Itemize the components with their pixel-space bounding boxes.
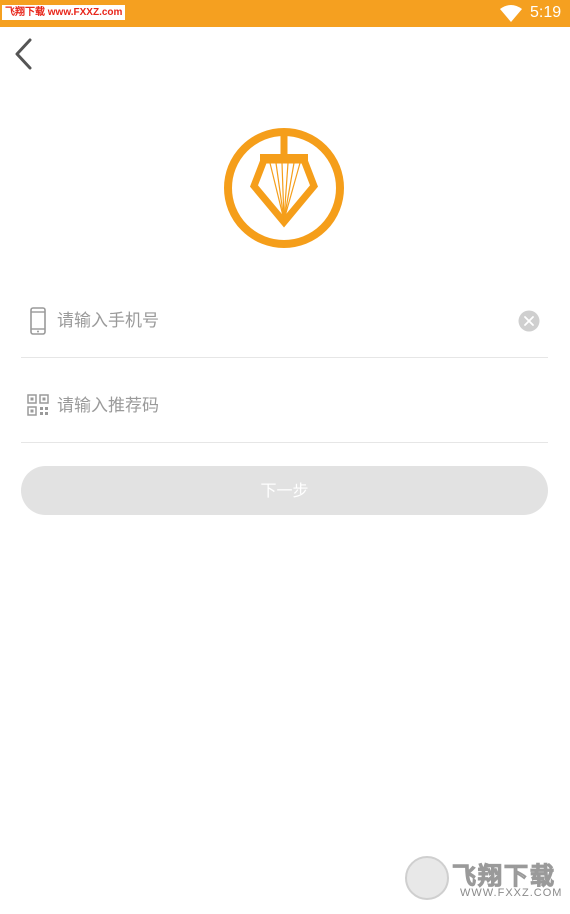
watermark-text: 飞翔下载	[452, 862, 556, 891]
referral-code-input[interactable]	[57, 388, 497, 424]
wifi-icon	[500, 5, 522, 22]
diamond-logo-icon	[224, 128, 344, 248]
next-button[interactable]: 下一步	[21, 466, 548, 515]
phone-field-row	[21, 273, 548, 358]
referral-field-row	[21, 358, 548, 443]
phone-input[interactable]	[57, 303, 497, 339]
watermark-logo: 飞翔下载 WWW.FXXZ.COM	[402, 854, 562, 904]
watermark-label: 飞翔下载 www.FXXZ.com	[2, 5, 126, 20]
chevron-left-icon	[15, 38, 32, 70]
back-button[interactable]	[10, 36, 40, 72]
clear-icon[interactable]	[518, 310, 540, 332]
phone-icon	[30, 307, 46, 335]
watermark-url: WWW.FXXZ.COM	[460, 887, 563, 899]
status-bar: 飞翔下载 www.FXXZ.com 5:19	[0, 0, 570, 27]
watermark-badge-icon	[405, 856, 449, 900]
qr-code-icon	[27, 394, 49, 416]
status-clock: 5:19	[530, 4, 562, 21]
